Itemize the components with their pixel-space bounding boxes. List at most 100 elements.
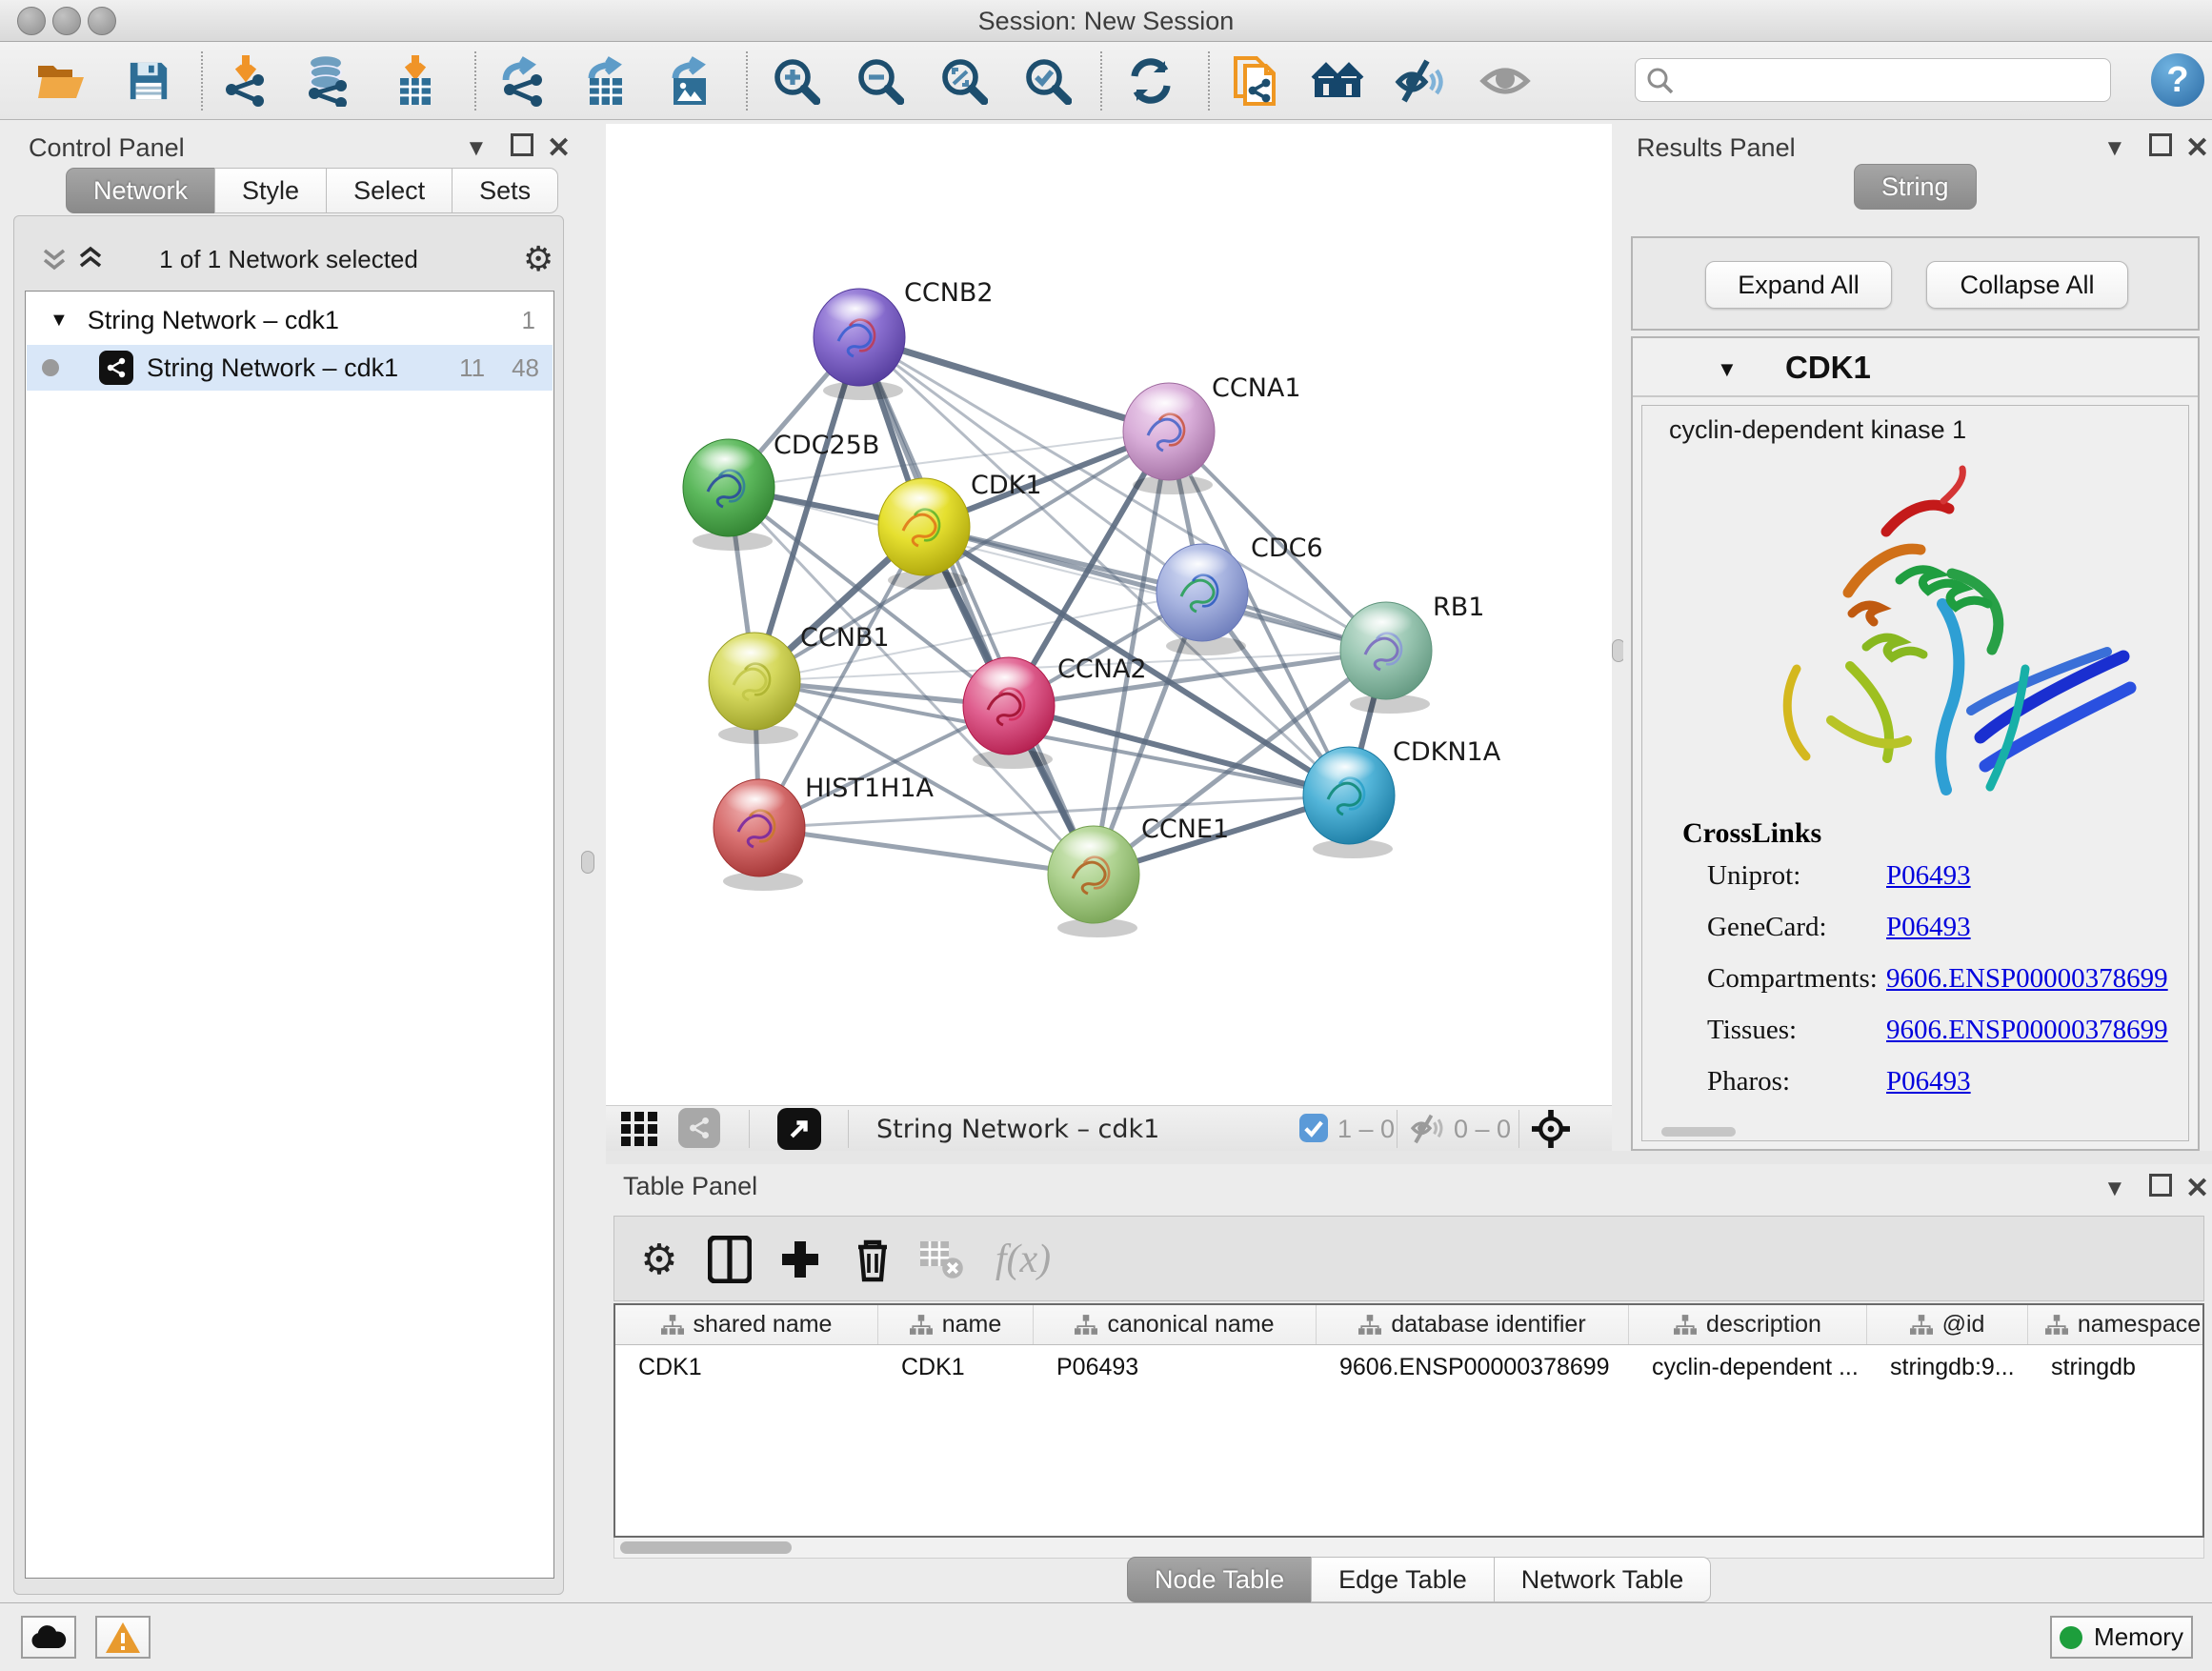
column-header-name[interactable]: name xyxy=(878,1305,1034,1344)
close-panel-icon[interactable]: ✕ xyxy=(2185,131,2209,165)
network-share-icon[interactable] xyxy=(678,1108,720,1148)
table-cell[interactable]: CDK1 xyxy=(615,1354,878,1381)
column-header-@id[interactable]: @id xyxy=(1867,1305,2028,1344)
network-node-CDC25B[interactable] xyxy=(683,439,774,551)
horizontal-splitter[interactable] xyxy=(606,1151,2212,1164)
network-edge-HIST1H1A-CCNE1[interactable] xyxy=(759,828,1094,875)
network-row-selected[interactable]: String Network – cdk1 11 48 xyxy=(27,345,553,391)
add-column-icon[interactable] xyxy=(773,1232,828,1287)
gene-expander-icon[interactable]: ▼ xyxy=(1717,357,1738,382)
tab-style[interactable]: Style xyxy=(214,168,327,213)
memory-button[interactable]: Memory xyxy=(2050,1616,2193,1659)
show-eye-icon[interactable] xyxy=(1478,53,1532,109)
results-scrollbar-thumb[interactable] xyxy=(1661,1127,1736,1137)
clone-network-icon[interactable] xyxy=(1229,53,1282,109)
table-cell[interactable]: P06493 xyxy=(1034,1354,1317,1381)
tab-sets[interactable]: Sets xyxy=(452,168,558,213)
crosslink-link[interactable]: P06493 xyxy=(1886,860,1971,892)
open-in-browser-icon[interactable] xyxy=(777,1108,821,1150)
node-table[interactable]: shared namenamecanonical namedatabase id… xyxy=(613,1303,2204,1538)
zoom-out-icon[interactable] xyxy=(854,53,907,109)
refresh-icon[interactable] xyxy=(1124,53,1177,109)
network-node-RB1[interactable] xyxy=(1340,602,1432,714)
table-cell[interactable]: cyclin-dependent ... xyxy=(1629,1354,1867,1381)
crosslink-link[interactable]: P06493 xyxy=(1886,912,1971,943)
fit-selected-crosshair-icon[interactable] xyxy=(1532,1110,1570,1148)
collapse-panel-icon[interactable]: ▼ xyxy=(2103,1176,2126,1202)
function-builder-icon[interactable]: f(x) xyxy=(980,1232,1066,1287)
window-titlebar: Session: New Session xyxy=(0,0,2212,42)
network-edge-CCNB2-CCNA1[interactable] xyxy=(859,337,1169,432)
zoom-in-icon[interactable] xyxy=(770,53,823,109)
network-node-CCNB2[interactable] xyxy=(814,289,905,400)
network-node-CCNE1[interactable] xyxy=(1048,826,1139,937)
delete-column-icon[interactable] xyxy=(845,1232,900,1287)
float-panel-icon[interactable] xyxy=(2149,133,2172,163)
table-scrollbar-thumb[interactable] xyxy=(620,1541,792,1554)
collapse-panel-icon[interactable]: ▼ xyxy=(2103,135,2126,162)
column-header-namespace[interactable]: namespace xyxy=(2028,1305,2204,1344)
export-image-icon[interactable] xyxy=(663,53,716,109)
expand-all-button[interactable]: Expand All xyxy=(1705,261,1892,309)
float-panel-icon[interactable] xyxy=(2149,1174,2172,1203)
tab-node-table[interactable]: Node Table xyxy=(1127,1557,1312,1602)
table-options-gear-icon[interactable]: ⚙ xyxy=(632,1232,687,1287)
network-collection-row[interactable]: ▼ String Network – cdk1 1 xyxy=(27,297,553,343)
crosslink-link[interactable]: P06493 xyxy=(1886,1066,1971,1097)
export-network-icon[interactable] xyxy=(495,53,549,109)
crosslink-link[interactable]: 9606.ENSP00000378699 xyxy=(1886,1015,2168,1046)
table-cell[interactable]: stringdb xyxy=(2028,1354,2204,1381)
gene-header-row[interactable]: ▼ CDK1 xyxy=(1633,338,2198,397)
column-header-label: namespace xyxy=(2078,1311,2201,1339)
table-row[interactable]: CDK1CDK1P064939606.ENSP00000378699cyclin… xyxy=(615,1345,2202,1389)
delete-table-icon[interactable] xyxy=(914,1232,969,1287)
close-panel-icon[interactable]: ✕ xyxy=(547,131,571,165)
tab-network[interactable]: Network xyxy=(66,168,215,213)
show-columns-icon[interactable] xyxy=(702,1232,757,1287)
save-session-icon[interactable] xyxy=(122,53,175,109)
birds-eye-view-icon[interactable] xyxy=(621,1112,659,1146)
network-node-CDKN1A[interactable] xyxy=(1303,747,1395,858)
warning-button[interactable] xyxy=(95,1616,151,1659)
cloud-button[interactable] xyxy=(21,1616,76,1659)
left-splitter-grip[interactable] xyxy=(581,851,594,874)
column-header-database-identifier[interactable]: database identifier xyxy=(1317,1305,1629,1344)
tab-edge-table[interactable]: Edge Table xyxy=(1311,1557,1495,1602)
network-options-gear-icon[interactable]: ⚙ xyxy=(523,239,553,279)
table-cell[interactable]: 9606.ENSP00000378699 xyxy=(1317,1354,1629,1381)
zoom-fit-icon[interactable] xyxy=(937,53,991,109)
column-header-canonical-name[interactable]: canonical name xyxy=(1034,1305,1317,1344)
zoom-selected-icon[interactable] xyxy=(1021,53,1075,109)
table-cell[interactable]: stringdb:9... xyxy=(1867,1354,2028,1381)
table-cell[interactable]: CDK1 xyxy=(878,1354,1034,1381)
network-canvas[interactable]: CCNB2CCNA1CDC25BCDK1CDC6RB1CCNB1CCNA2CDK… xyxy=(606,124,1612,1105)
tab-network-table[interactable]: Network Table xyxy=(1494,1557,1712,1602)
hide-glass-eye-icon[interactable] xyxy=(1393,53,1446,109)
search-input[interactable] xyxy=(1635,58,2111,102)
export-table-icon[interactable] xyxy=(579,53,633,109)
selected-checkbox-icon[interactable] xyxy=(1299,1114,1328,1142)
string-home-icon[interactable] xyxy=(1311,53,1364,109)
column-header-shared-name[interactable]: shared name xyxy=(615,1305,878,1344)
table-scrollbar[interactable] xyxy=(613,1538,2204,1559)
network-node-CCNB1[interactable] xyxy=(709,633,800,744)
import-network-from-database-icon[interactable] xyxy=(299,53,352,109)
toolbar-separator xyxy=(1208,51,1210,111)
import-network-icon[interactable] xyxy=(219,53,272,109)
open-session-icon[interactable] xyxy=(34,53,88,109)
float-panel-icon[interactable] xyxy=(511,133,533,163)
crosslink-link[interactable]: 9606.ENSP00000378699 xyxy=(1886,963,2168,995)
toolbar-separator xyxy=(201,51,203,111)
close-panel-icon[interactable]: ✕ xyxy=(2185,1172,2209,1205)
import-table-icon[interactable] xyxy=(389,53,442,109)
collapse-all-button[interactable]: Collapse All xyxy=(1926,261,2128,309)
network-node-HIST1H1A[interactable] xyxy=(714,779,805,891)
network-node-CCNA1[interactable] xyxy=(1123,383,1215,494)
collapse-panel-icon[interactable]: ▼ xyxy=(465,135,488,162)
tree-expander-icon[interactable]: ▼ xyxy=(50,310,69,332)
help-button[interactable]: ? xyxy=(2151,53,2204,107)
column-header-description[interactable]: description xyxy=(1629,1305,1867,1344)
tab-select[interactable]: Select xyxy=(326,168,452,213)
collection-count: 1 xyxy=(522,306,535,335)
tab-string[interactable]: String xyxy=(1854,164,1977,210)
